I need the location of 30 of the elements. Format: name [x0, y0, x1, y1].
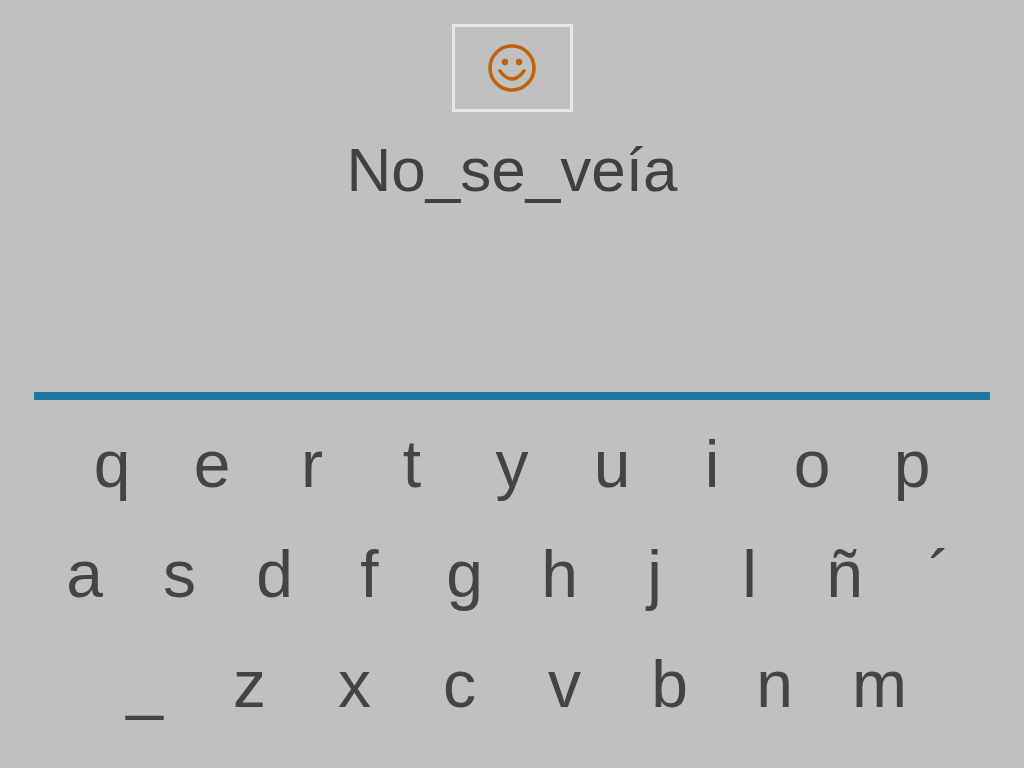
letter-key[interactable]: t	[362, 422, 462, 506]
letter-key[interactable]: x	[302, 642, 407, 726]
letter-key[interactable]: a	[37, 532, 132, 616]
letter-key[interactable]: ´	[892, 532, 987, 616]
letter-key[interactable]: b	[617, 642, 722, 726]
letter-key[interactable]: s	[132, 532, 227, 616]
letter-key[interactable]: d	[227, 532, 322, 616]
letter-key[interactable]: z	[197, 642, 302, 726]
letter-key[interactable]: ñ	[797, 532, 892, 616]
letter-key[interactable]: i	[662, 422, 762, 506]
letter-key[interactable]: v	[512, 642, 617, 726]
letter-key[interactable]: n	[722, 642, 827, 726]
letter-key[interactable]: m	[827, 642, 932, 726]
letter-key[interactable]: y	[462, 422, 562, 506]
letter-key[interactable]: p	[862, 422, 962, 506]
letter-key[interactable]: o	[762, 422, 862, 506]
letter-key[interactable]: j	[607, 532, 702, 616]
letter-key[interactable]: _	[92, 642, 197, 726]
letter-key[interactable]: h	[512, 532, 607, 616]
letter-key[interactable]: f	[322, 532, 417, 616]
letter-key[interactable]: c	[407, 642, 512, 726]
letter-key[interactable]: u	[562, 422, 662, 506]
letter-key[interactable]: g	[417, 532, 512, 616]
letter-key[interactable]: q	[62, 422, 162, 506]
letter-key[interactable]: e	[162, 422, 262, 506]
letter-key[interactable]: r	[262, 422, 362, 506]
smiley-icon	[487, 43, 537, 93]
letter-key[interactable]: l	[702, 532, 797, 616]
word-text: No_se_veía	[346, 134, 678, 206]
hint-button[interactable]	[451, 24, 573, 112]
